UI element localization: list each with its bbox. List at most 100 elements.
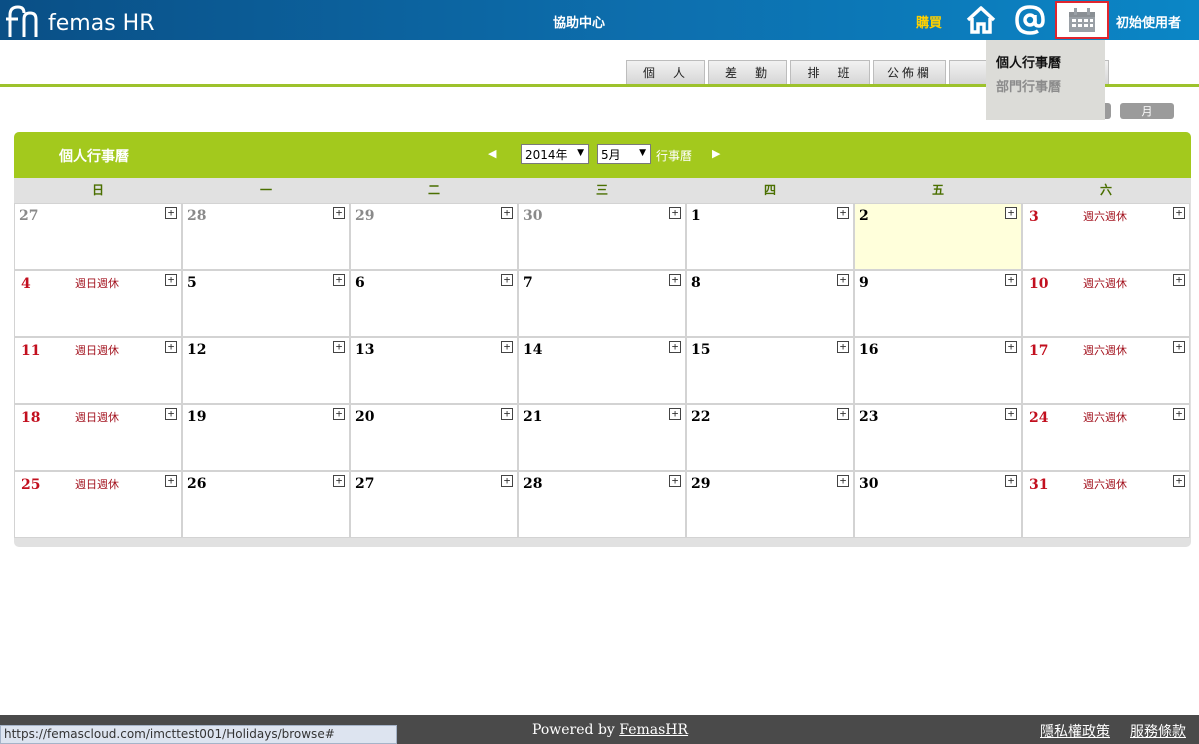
calendar-day-cell[interactable]: 20 + — [350, 404, 518, 471]
calendar-day-cell[interactable]: 26 + — [182, 471, 350, 538]
calendar-menu-button[interactable] — [1055, 1, 1109, 39]
calendar-day-cell[interactable]: 13 + — [350, 337, 518, 404]
add-event-icon[interactable]: + — [837, 274, 849, 286]
add-event-icon[interactable]: + — [1005, 408, 1017, 420]
add-event-icon[interactable]: + — [1173, 475, 1185, 487]
add-event-icon[interactable]: + — [1173, 274, 1185, 286]
privacy-policy-link[interactable]: 隱私權政策 — [1040, 721, 1110, 741]
at-icon[interactable] — [1014, 4, 1046, 36]
tab-attendance[interactable]: 差 勤 — [708, 60, 787, 84]
terms-link[interactable]: 服務條款 — [1130, 721, 1186, 741]
add-event-icon[interactable]: + — [165, 207, 177, 219]
calendar-day-cell[interactable]: 22 + — [686, 404, 854, 471]
add-event-icon[interactable]: + — [1173, 341, 1185, 353]
day-number: 11 — [21, 343, 41, 359]
prev-month-icon[interactable]: ◀ — [488, 147, 496, 160]
add-event-icon[interactable]: + — [669, 408, 681, 420]
calendar-day-cell[interactable]: 28 + — [518, 471, 686, 538]
view-month-button[interactable]: 月 — [1120, 103, 1174, 119]
add-event-icon[interactable]: + — [501, 274, 513, 286]
calendar-day-cell[interactable]: 28 + — [182, 203, 350, 270]
add-event-icon[interactable]: + — [333, 207, 345, 219]
calendar-day-cell[interactable]: 25 週日週休 + — [14, 471, 182, 538]
calendar-header: 個人行事曆 ◀ 2014年 ▼ 5月 ▼ 行事曆 ▶ — [14, 132, 1191, 178]
add-event-icon[interactable]: + — [1005, 207, 1017, 219]
calendar-day-cell[interactable]: 10 週六週休 + — [1022, 270, 1190, 337]
add-event-icon[interactable]: + — [669, 475, 681, 487]
calendar-day-cell[interactable]: 31 週六週休 + — [1022, 471, 1190, 538]
add-event-icon[interactable]: + — [1005, 475, 1017, 487]
add-event-icon[interactable]: + — [333, 341, 345, 353]
day-number: 23 — [859, 409, 879, 425]
day-number: 26 — [187, 476, 207, 492]
add-event-icon[interactable]: + — [333, 408, 345, 420]
calendar-day-cell[interactable]: 19 + — [182, 404, 350, 471]
calendar-day-cell[interactable]: 24 週六週休 + — [1022, 404, 1190, 471]
add-event-icon[interactable]: + — [669, 274, 681, 286]
add-event-icon[interactable]: + — [333, 475, 345, 487]
add-event-icon[interactable]: + — [501, 341, 513, 353]
home-icon[interactable] — [965, 4, 997, 36]
month-select[interactable]: 5月 ▼ — [597, 144, 651, 164]
add-event-icon[interactable]: + — [837, 408, 849, 420]
add-event-icon[interactable]: + — [1005, 341, 1017, 353]
calendar-day-cell[interactable]: 27 + — [350, 471, 518, 538]
menu-item-personal-calendar[interactable]: 個人行事曆 — [996, 52, 1095, 76]
tab-bulletin[interactable]: 公佈欄 — [873, 60, 946, 84]
calendar-day-cell[interactable]: 5 + — [182, 270, 350, 337]
calendar-day-cell[interactable]: 8 + — [686, 270, 854, 337]
calendar-week-row: 25 週日週休 +26 +27 +28 +29 +30 +31 週六週休 + — [14, 471, 1191, 538]
calendar-day-cell[interactable]: 7 + — [518, 270, 686, 337]
user-name[interactable]: 初始使用者 — [1116, 12, 1181, 31]
calendar-day-cell[interactable]: 30 + — [854, 471, 1022, 538]
calendar-day-cell[interactable]: 2 + — [854, 203, 1022, 270]
calendar-day-cell[interactable]: 27 + — [14, 203, 182, 270]
day-number: 28 — [187, 208, 207, 224]
calendar-grid: 27 +28 +29 +30 +1 +2 +3 週六週休 +4 週日週休 +5 +6 +7 +8 +9 +10… — [14, 203, 1191, 538]
calendar-day-cell[interactable]: 14 + — [518, 337, 686, 404]
calendar-day-cell[interactable]: 18 週日週休 + — [14, 404, 182, 471]
calendar-day-cell[interactable]: 23 + — [854, 404, 1022, 471]
add-event-icon[interactable]: + — [501, 475, 513, 487]
tab-personal[interactable]: 個 人 — [626, 60, 705, 84]
calendar-day-cell[interactable]: 11 週日週休 + — [14, 337, 182, 404]
calendar-day-cell[interactable]: 1 + — [686, 203, 854, 270]
femashr-link[interactable]: FemasHR — [619, 722, 688, 738]
add-event-icon[interactable]: + — [1005, 274, 1017, 286]
add-event-icon[interactable]: + — [837, 475, 849, 487]
calendar-day-cell[interactable]: 9 + — [854, 270, 1022, 337]
add-event-icon[interactable]: + — [1173, 207, 1185, 219]
holiday-label: 週日週休 — [75, 478, 119, 491]
calendar-day-cell[interactable]: 29 + — [686, 471, 854, 538]
buy-link[interactable]: 購買 — [916, 12, 942, 31]
tab-shift[interactable]: 排 班 — [790, 60, 870, 84]
menu-item-department-calendar[interactable]: 部門行事曆 — [996, 76, 1095, 100]
add-event-icon[interactable]: + — [501, 408, 513, 420]
calendar-day-cell[interactable]: 16 + — [854, 337, 1022, 404]
add-event-icon[interactable]: + — [837, 207, 849, 219]
year-select[interactable]: 2014年 ▼ — [521, 144, 589, 164]
calendar-day-cell[interactable]: 12 + — [182, 337, 350, 404]
calendar-day-cell[interactable]: 6 + — [350, 270, 518, 337]
add-event-icon[interactable]: + — [837, 341, 849, 353]
calendar-day-cell[interactable]: 15 + — [686, 337, 854, 404]
calendar-day-cell[interactable]: 3 週六週休 + — [1022, 203, 1190, 270]
add-event-icon[interactable]: + — [165, 475, 177, 487]
add-event-icon[interactable]: + — [165, 408, 177, 420]
add-event-icon[interactable]: + — [333, 274, 345, 286]
calendar-day-cell[interactable]: 4 週日週休 + — [14, 270, 182, 337]
calendar-day-cell[interactable]: 21 + — [518, 404, 686, 471]
calendar-day-cell[interactable]: 29 + — [350, 203, 518, 270]
next-month-icon[interactable]: ▶ — [712, 147, 720, 160]
day-number: 29 — [355, 208, 375, 224]
femas-logo[interactable]: femas HR — [6, 3, 154, 39]
calendar-day-cell[interactable]: 30 + — [518, 203, 686, 270]
add-event-icon[interactable]: + — [669, 341, 681, 353]
add-event-icon[interactable]: + — [165, 341, 177, 353]
add-event-icon[interactable]: + — [1173, 408, 1185, 420]
calendar-day-cell[interactable]: 17 週六週休 + — [1022, 337, 1190, 404]
add-event-icon[interactable]: + — [669, 207, 681, 219]
help-center-link[interactable]: 協助中心 — [553, 12, 605, 31]
add-event-icon[interactable]: + — [165, 274, 177, 286]
add-event-icon[interactable]: + — [501, 207, 513, 219]
